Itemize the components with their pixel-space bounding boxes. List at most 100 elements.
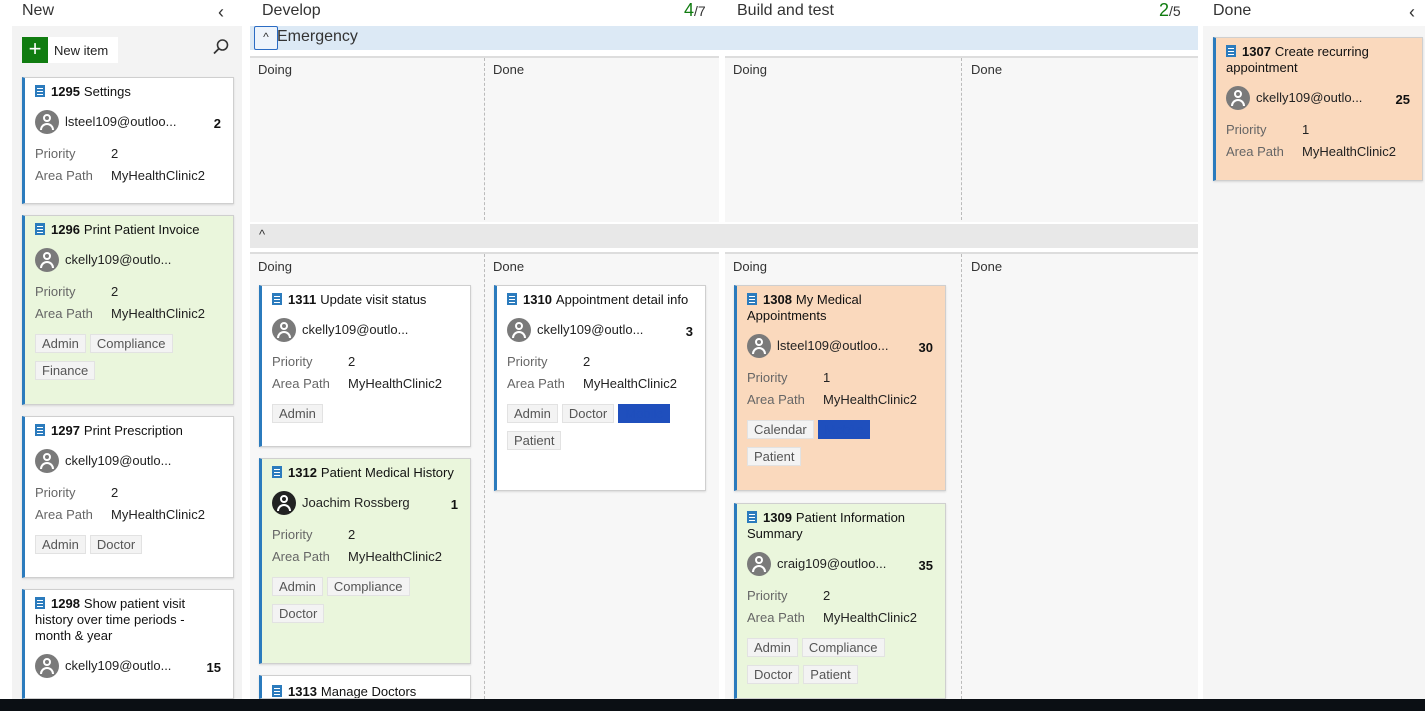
work-item-card-1296[interactable]: 1296 Print Patient Invoice ckelly109@outl…: [22, 215, 234, 405]
assignee[interactable]: ckelly109@outlo...: [65, 453, 171, 468]
taskbar-strip: [0, 699, 1425, 711]
work-item-icon: [35, 424, 45, 436]
assignee[interactable]: ckelly109@outlo...: [65, 252, 171, 267]
work-item-card-1295[interactable]: 1295 Settings lsteel109@outloo... 2 Priori…: [22, 77, 234, 204]
default-develop-done-label: Done: [493, 259, 525, 274]
work-item-card-1307[interactable]: 1307 Create recurring appointment ckelly1…: [1213, 37, 1423, 181]
assignee[interactable]: ckelly109@outlo...: [302, 322, 408, 337]
emergency-develop-doing-label: Doing: [258, 62, 292, 77]
assignee[interactable]: Joachim Rossberg: [302, 495, 410, 510]
search-icon[interactable]: [212, 38, 230, 56]
collapse-new-chevron-icon[interactable]: ‹: [218, 2, 224, 23]
work-item-icon: [747, 511, 757, 523]
assignee[interactable]: ckelly109@outlo...: [537, 322, 643, 337]
work-item-icon: [272, 466, 282, 478]
work-item-icon: [35, 597, 45, 609]
tag[interactable]: Calendar: [747, 420, 814, 439]
avatar: [35, 449, 59, 473]
avatar: [35, 248, 59, 272]
tag[interactable]: Patient: [747, 447, 802, 466]
default-build-doing-label: Doing: [733, 259, 767, 274]
effort: 25: [1395, 92, 1410, 107]
tag[interactable]: Doctor: [272, 604, 325, 623]
effort: 30: [918, 340, 933, 355]
emergency-develop-done-label: Done: [493, 62, 525, 77]
tag[interactable]: Compliance: [801, 638, 885, 657]
work-item-card-1312[interactable]: 1312 Patient Medical History Joachim Ross…: [259, 458, 471, 664]
swimlane-toggle-emergency[interactable]: ^: [254, 26, 278, 50]
swimlane-toggle-default[interactable]: ^: [259, 227, 265, 242]
effort: 3: [685, 324, 693, 339]
avatar: [1226, 86, 1250, 110]
default-build-divider: [961, 254, 962, 699]
default-develop-doing-label: Doing: [258, 259, 292, 274]
avatar: [507, 318, 531, 342]
column-title-build: Build and test: [737, 2, 834, 19]
work-item-icon: [272, 293, 282, 305]
swimlane-header-emergency: [250, 26, 1198, 50]
work-item-card-1310[interactable]: 1310 Appointment detail info ckelly109@ou…: [494, 285, 706, 491]
swimlane-title-emergency: Emergency: [277, 28, 358, 45]
wip-count-build: 2/5: [1159, 0, 1181, 20]
work-item-card-1309[interactable]: 1309 Patient Information Summary craig109…: [734, 503, 946, 699]
effort: 2: [213, 116, 221, 131]
tag[interactable]: Admin: [35, 334, 86, 353]
avatar: [272, 491, 296, 515]
column-header-develop: Develop 4/7: [262, 0, 712, 24]
tag[interactable]: Doctor: [89, 535, 143, 554]
assignee[interactable]: lsteel109@outloo...: [777, 338, 889, 353]
new-item-button[interactable]: + New item: [22, 37, 118, 63]
work-item-card-1311[interactable]: 1311 Update visit status ckelly109@outlo.…: [259, 285, 471, 447]
wip-count-develop: 4/7: [684, 0, 706, 20]
work-item-icon: [747, 293, 757, 305]
column-title-develop: Develop: [262, 2, 321, 19]
avatar: [747, 334, 771, 358]
tag[interactable]: Finance: [35, 361, 96, 380]
default-develop-divider: [484, 254, 485, 699]
work-item-icon: [35, 223, 45, 235]
effort: 1: [450, 497, 458, 512]
assignee[interactable]: craig109@outloo...: [777, 556, 886, 571]
work-item-icon: [507, 293, 517, 305]
column-title-new: New: [22, 2, 55, 19]
tag[interactable]: Compliance: [89, 334, 173, 353]
work-item-card-1297[interactable]: 1297 Print Prescription ckelly109@outlo..…: [22, 416, 234, 578]
work-item-card-1298[interactable]: 1298 Show patient visit history over time…: [22, 589, 234, 699]
tag[interactable]: Admin: [272, 404, 323, 423]
tag[interactable]: Admin: [747, 638, 798, 657]
avatar: [272, 318, 296, 342]
column-header-build: Build and test 2/5: [737, 0, 1187, 24]
collapse-done-chevron-icon[interactable]: ‹: [1409, 2, 1415, 23]
work-item-icon: [35, 85, 45, 97]
column-header-new: New ‹: [22, 0, 242, 24]
tag[interactable]: Patient: [803, 665, 858, 684]
tag-highlighted[interactable]: Mobile: [817, 420, 871, 439]
column-title-done: Done: [1213, 2, 1252, 19]
tag-highlighted[interactable]: Mobile: [618, 404, 671, 423]
assignee[interactable]: ckelly109@outlo...: [1256, 90, 1362, 105]
tag[interactable]: Admin: [507, 404, 558, 423]
swimlane-header-default: [250, 224, 1198, 248]
tag[interactable]: Compliance: [326, 577, 410, 596]
avatar: [35, 110, 59, 134]
emergency-develop-divider: [484, 58, 485, 220]
emergency-build-divider: [961, 58, 962, 220]
tag[interactable]: Patient: [507, 431, 562, 450]
effort: 35: [918, 558, 933, 573]
avatar: [35, 654, 59, 678]
tag[interactable]: Doctor: [561, 404, 615, 423]
avatar: [747, 552, 771, 576]
tag[interactable]: Doctor: [747, 665, 800, 684]
assignee[interactable]: ckelly109@outlo...: [65, 658, 171, 673]
work-item-card-1313[interactable]: 1313 Manage Doctors: [259, 675, 471, 699]
work-item-icon: [272, 685, 282, 697]
default-build-done-label: Done: [971, 259, 1003, 274]
work-item-card-1308[interactable]: 1308 My Medical Appointments lsteel109@ou…: [734, 285, 946, 491]
emergency-build-doing-label: Doing: [733, 62, 767, 77]
tag[interactable]: Admin: [35, 535, 86, 554]
effort: 15: [206, 660, 221, 675]
work-item-icon: [1226, 45, 1236, 57]
emergency-build-done-label: Done: [971, 62, 1003, 77]
assignee[interactable]: lsteel109@outloo...: [65, 114, 177, 129]
tag[interactable]: Admin: [272, 577, 323, 596]
